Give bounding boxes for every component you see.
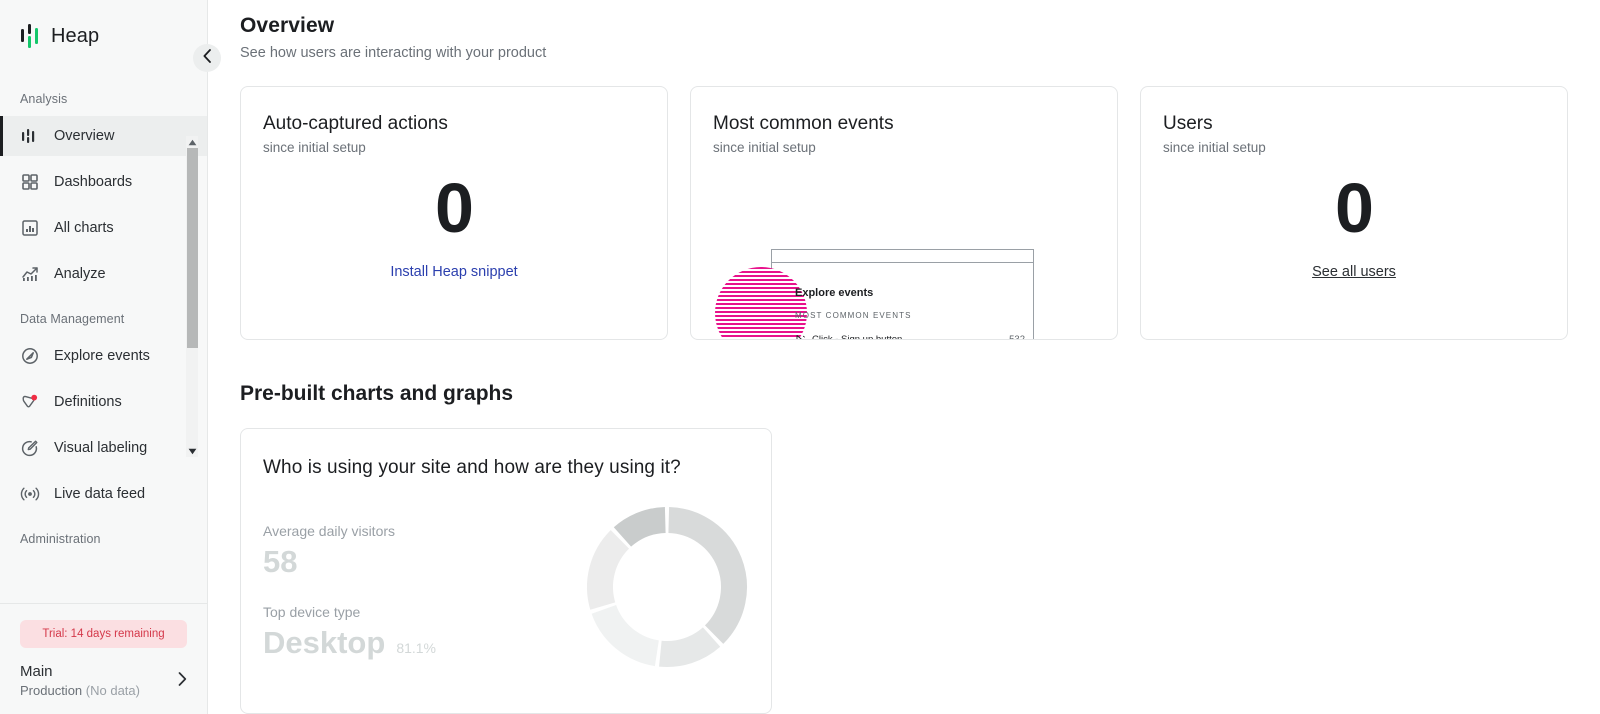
sidebar-footer: Trial: 14 days remaining Main Production… <box>0 603 207 714</box>
illustration-subheading: MOST COMMON EVENTS <box>795 311 912 320</box>
card-subtitle: since initial setup <box>713 140 816 155</box>
sidebar: Heap Analysis Overview Dashboards All ch… <box>0 0 208 714</box>
illustration-content: Explore events MOST COMMON EVENTS Click … <box>795 287 1025 339</box>
environment-name: Main <box>20 663 53 680</box>
card-auto-captured-actions: Auto-captured actions since initial setu… <box>240 86 668 340</box>
card-subtitle: since initial setup <box>1163 140 1266 155</box>
scrollbar-thumb[interactable] <box>186 148 198 348</box>
trending-up-chart-icon <box>20 264 40 284</box>
sidebar-item-overview[interactable]: Overview <box>0 116 207 156</box>
donut-segment <box>667 507 747 644</box>
illustration-window-titlebar <box>772 250 1033 263</box>
donut-svg <box>587 507 747 667</box>
sidebar-collapse-button[interactable] <box>193 44 221 72</box>
donut-segment <box>587 530 630 610</box>
environment-subtitle: Production (No data) <box>20 681 172 700</box>
chart-card-body: Average daily visitors 58 Top device typ… <box>263 507 749 713</box>
card-body: 0 Install Heap snippet <box>241 165 667 339</box>
heap-bars-icon <box>20 126 40 146</box>
sidebar-item-label: Analyze <box>54 266 106 282</box>
sidebar-item-dashboards[interactable]: Dashboards <box>0 162 207 202</box>
see-all-users-link[interactable]: See all users <box>1312 264 1396 280</box>
bar-chart-clipboard-icon <box>20 218 40 238</box>
brand-logo[interactable]: Heap <box>0 0 207 72</box>
most-common-events-illustration: Explore events MOST COMMON EVENTS Click … <box>691 167 1117 339</box>
chevron-right-icon <box>172 672 187 690</box>
kpi-card-row: Auto-captured actions since initial setu… <box>240 86 1568 340</box>
card-body: 0 See all users <box>1141 165 1567 339</box>
app-root: Heap Analysis Overview Dashboards All ch… <box>0 0 1600 714</box>
event-count: 532 <box>991 334 1025 339</box>
environment-switcher[interactable]: Main Production (No data) <box>20 662 187 700</box>
event-list-item: Click - Sign up button 532 <box>795 331 1025 339</box>
stat-value: Desktop <box>263 625 386 660</box>
donut-segment <box>613 507 667 548</box>
sidebar-item-definitions[interactable]: Definitions <box>0 382 207 422</box>
card-subtitle: since initial setup <box>263 140 366 155</box>
donut-segment <box>659 626 721 667</box>
stat-label: Top device type <box>263 604 361 620</box>
install-heap-snippet-link[interactable]: Install Heap snippet <box>390 264 517 280</box>
card-title: Auto-captured actions <box>263 113 448 134</box>
users-value: 0 <box>1335 169 1374 247</box>
sidebar-item-label: Live data feed <box>54 486 146 502</box>
stat-value-row: Desktop 81.1% <box>263 623 563 663</box>
card-most-common-events: Most common events since initial setup E… <box>690 86 1118 340</box>
click-cursor-icon <box>795 334 806 339</box>
caret-up-icon[interactable] <box>186 136 198 148</box>
pencil-circle-icon <box>20 438 40 458</box>
page-title: Overview <box>240 14 335 37</box>
sidebar-item-label: Dashboards <box>54 174 133 190</box>
card-users: Users since initial setup 0 See all user… <box>1140 86 1568 340</box>
chevron-left-icon <box>203 48 212 68</box>
compass-icon <box>20 346 40 366</box>
nav-section-data-management-label: Data Management <box>20 312 125 326</box>
chart-card-title: Who is using your site and how are they … <box>263 457 681 478</box>
sidebar-item-explore-events[interactable]: Explore events <box>0 336 207 376</box>
sidebar-item-label: Overview <box>54 128 115 144</box>
main-content: Overview See how users are interacting w… <box>208 0 1600 714</box>
nav-section-analysis-label: Analysis <box>20 92 68 106</box>
broadcast-icon <box>20 484 40 504</box>
heap-bars-logo-icon <box>20 24 42 48</box>
sidebar-item-label: All charts <box>54 220 114 236</box>
environment-status: (No data) <box>85 683 140 698</box>
sidebar-item-label: Visual labeling <box>54 440 148 456</box>
event-label: Click - Sign up button <box>812 334 991 339</box>
caret-down-icon[interactable] <box>186 445 198 457</box>
prebuilt-card-row: Who is using your site and how are they … <box>240 428 1568 714</box>
sidebar-item-analyze[interactable]: Analyze <box>0 254 207 294</box>
sidebar-item-live-data-feed[interactable]: Live data feed <box>0 474 207 514</box>
page-subtitle: See how users are interacting with your … <box>240 45 547 61</box>
sidebar-item-label: Definitions <box>54 394 122 410</box>
stat-average-daily-visitors: Average daily visitors 58 <box>263 523 563 582</box>
sidebar-item-label: Explore events <box>54 348 150 364</box>
sidebar-item-visual-labeling[interactable]: Visual labeling <box>0 428 207 468</box>
grid-squares-icon <box>20 172 40 192</box>
brand-name: Heap <box>51 24 100 47</box>
card-who-is-using-your-site[interactable]: Who is using your site and how are they … <box>240 428 772 714</box>
chart-stats-column: Average daily visitors 58 Top device typ… <box>263 523 563 713</box>
stat-value: 58 <box>263 544 298 579</box>
donut-segment <box>591 604 660 667</box>
sidebar-nav: Analysis Overview Dashboards All charts … <box>0 72 207 603</box>
illustration-heading: Explore events <box>795 287 874 299</box>
environment-type: Production <box>20 683 83 698</box>
environment-text: Main Production (No data) <box>20 662 172 700</box>
card-title: Most common events <box>713 113 894 134</box>
device-type-donut-chart <box>577 497 757 677</box>
stat-top-device-type: Top device type Desktop 81.1% <box>263 604 563 663</box>
stat-label: Average daily visitors <box>263 523 396 539</box>
sidebar-item-all-charts[interactable]: All charts <box>0 208 207 248</box>
card-title: Users <box>1163 113 1213 134</box>
footer-divider <box>0 603 207 604</box>
auto-captured-value: 0 <box>435 169 474 247</box>
tag-dot-icon <box>20 392 40 412</box>
trial-status-badge[interactable]: Trial: 14 days remaining <box>20 620 187 648</box>
stat-percentage: 81.1% <box>396 640 437 656</box>
nav-section-administration-label: Administration <box>20 532 101 546</box>
prebuilt-section-title: Pre-built charts and graphs <box>240 382 514 405</box>
sidebar-scrollbar[interactable] <box>186 136 198 457</box>
